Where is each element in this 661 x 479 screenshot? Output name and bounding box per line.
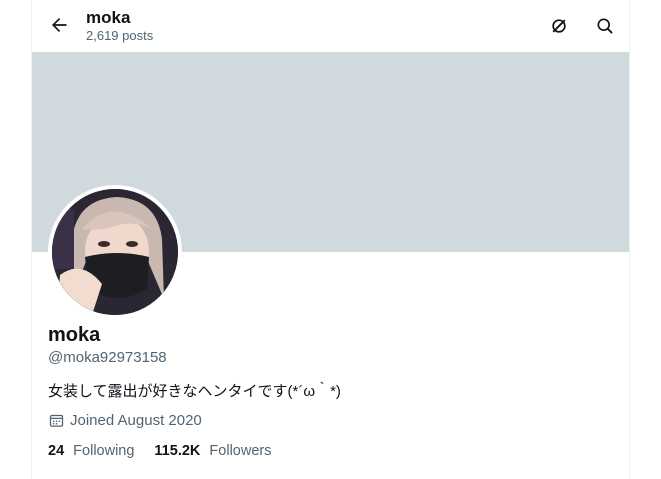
- grok-button[interactable]: [542, 9, 576, 43]
- back-button[interactable]: [42, 8, 76, 42]
- followers-link[interactable]: 115.2K Followers: [154, 443, 271, 459]
- grok-icon: [552, 19, 566, 33]
- bio-text: 女装して露出が好きなヘンタイです(*´ω｀*): [48, 383, 341, 400]
- following-link[interactable]: 24 Following: [48, 443, 134, 459]
- search-icon: [597, 18, 613, 34]
- followers-label: Followers: [209, 443, 272, 459]
- post-count: 2,619 posts: [86, 28, 154, 43]
- calendar-icon: [49, 414, 64, 427]
- user-handle: @moka92973158: [48, 349, 167, 366]
- arrow-left-icon: [52, 18, 67, 32]
- page-title: moka: [86, 8, 131, 27]
- avatar-image: [52, 189, 178, 315]
- follow-stats: 24 Following 115.2K Followers: [48, 443, 271, 459]
- display-name: moka: [48, 324, 101, 346]
- top-bar: moka 2,619 posts: [32, 0, 629, 52]
- avatar-photo: [52, 189, 178, 315]
- profile-column: moka 2,619 posts moka @moka92973158 女装して…: [31, 0, 630, 479]
- search-button[interactable]: [588, 9, 622, 43]
- joined-label: Joined August 2020: [70, 412, 202, 429]
- following-count: 24: [48, 443, 65, 459]
- joined-date: Joined August 2020: [48, 412, 202, 429]
- followers-count: 115.2K: [154, 443, 201, 459]
- following-label: Following: [73, 443, 135, 459]
- avatar[interactable]: [48, 185, 182, 319]
